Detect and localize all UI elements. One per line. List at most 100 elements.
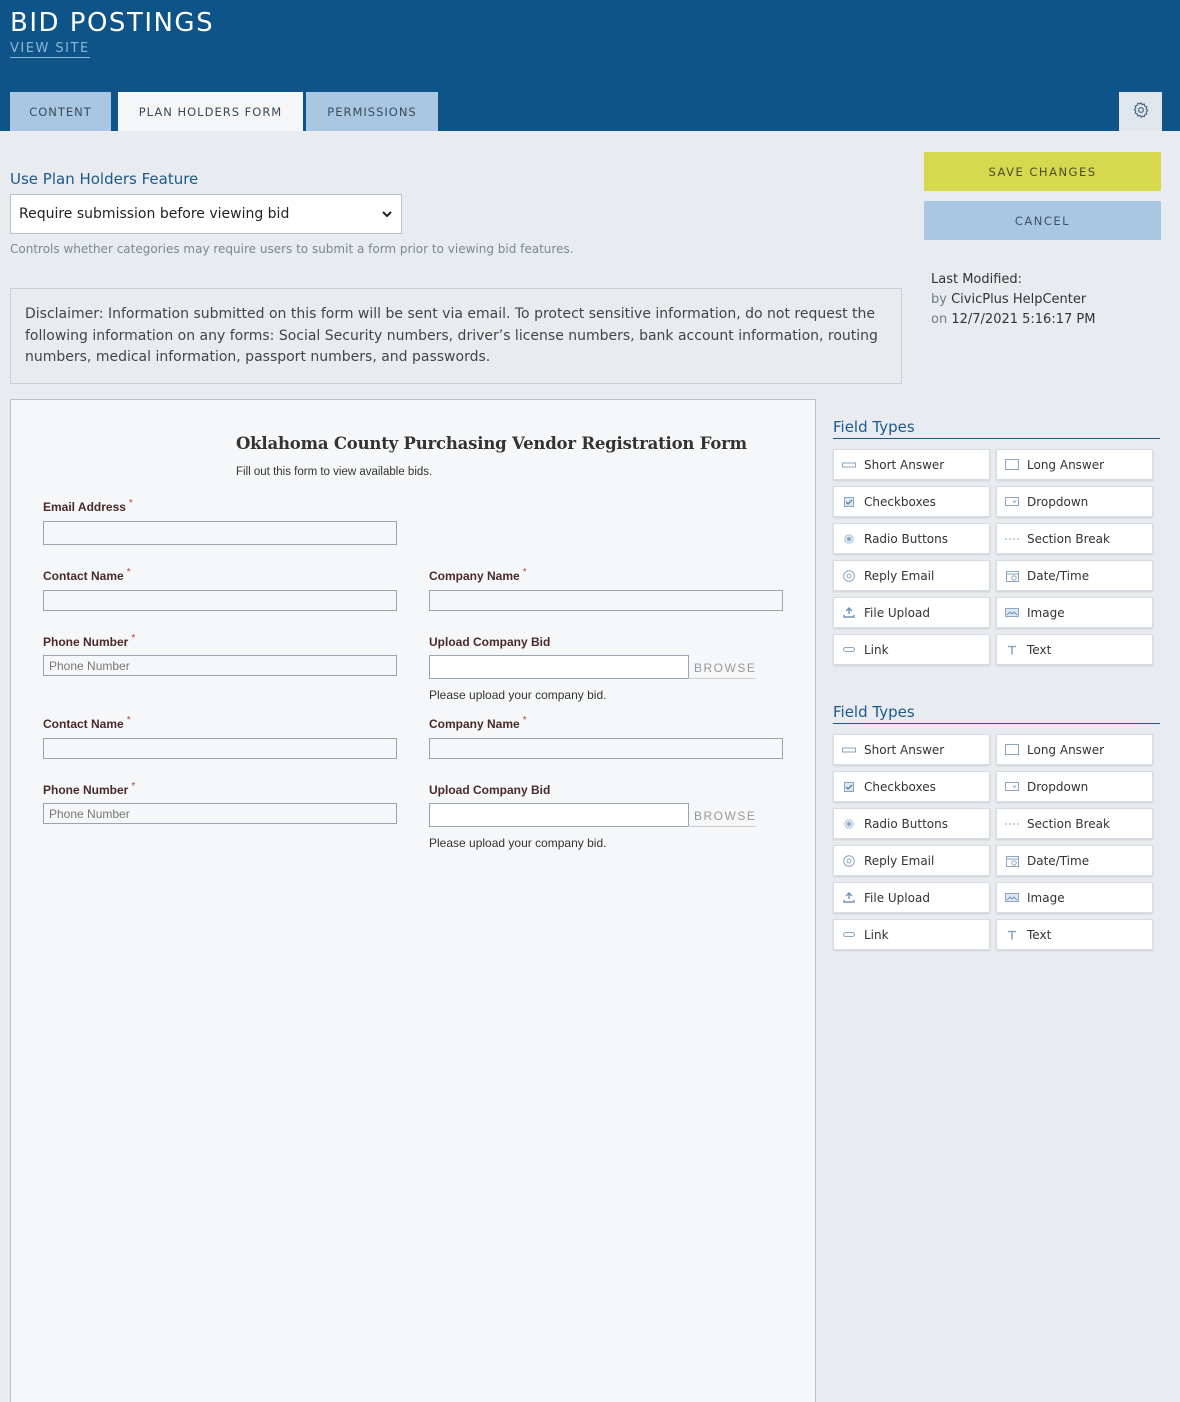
field-type-label: Section Break: [1027, 816, 1110, 831]
dropdown-icon: [997, 782, 1027, 791]
upload-bid-field[interactable]: [429, 803, 689, 827]
field-type-short-answer-button[interactable]: Short Answer: [833, 734, 990, 765]
chevron-down-icon: [381, 208, 393, 224]
upload-icon: [834, 892, 864, 903]
last-modified-label: Last Modified:: [931, 272, 1023, 287]
field-type-label: Image: [1027, 890, 1065, 905]
modified-on: 12/7/2021 5:16:17 PM: [951, 312, 1096, 327]
long-answer-icon: [997, 459, 1027, 470]
field-type-checkboxes-button[interactable]: Checkboxes: [833, 771, 990, 802]
field-type-short-answer-button[interactable]: Short Answer: [833, 449, 990, 480]
feature-label: Use Plan Holders Feature: [10, 170, 199, 188]
required-mark: *: [131, 633, 136, 644]
plan-holders-feature-select[interactable]: Require submission before viewing bid: [10, 194, 402, 234]
field-type-checkboxes-button[interactable]: Checkboxes: [833, 486, 990, 517]
browse-button[interactable]: BROWSE: [688, 657, 756, 679]
field-type-label: Dropdown: [1027, 494, 1089, 509]
app-header: BID POSTINGS VIEW SITE CONTENT PLAN HOLD…: [0, 0, 1180, 131]
field-type-date-time-button[interactable]: Date/Time: [996, 845, 1153, 876]
field-type-link-button[interactable]: Link: [833, 634, 990, 665]
field-type-radio-buttons-button[interactable]: Radio Buttons: [833, 808, 990, 839]
company-name-field[interactable]: [429, 738, 783, 759]
field-type-label: Long Answer: [1027, 742, 1105, 757]
required-mark: *: [126, 715, 131, 726]
upload-help-text: Please upload your company bid.: [429, 688, 607, 702]
short-answer-icon: [834, 461, 864, 469]
field-type-label: File Upload: [864, 890, 930, 905]
required-mark: *: [128, 498, 133, 509]
field-type-radio-buttons-button[interactable]: Radio Buttons: [833, 523, 990, 554]
on-prefix: on: [931, 312, 948, 327]
save-changes-button[interactable]: SAVE CHANGES: [924, 152, 1161, 191]
field-type-long-answer-button[interactable]: Long Answer: [996, 449, 1153, 480]
cancel-button[interactable]: CANCEL: [924, 201, 1161, 240]
text-icon: [997, 645, 1027, 655]
field-type-link-button[interactable]: Link: [833, 919, 990, 950]
field-type-label: Text: [1027, 642, 1052, 657]
field-type-label: Date/Time: [1027, 568, 1090, 583]
field-type-date-time-button[interactable]: Date/Time: [996, 560, 1153, 591]
required-mark: *: [126, 567, 131, 578]
field-type-label: Dropdown: [1027, 779, 1089, 794]
settings-button[interactable]: [1119, 92, 1162, 131]
field-type-long-answer-button[interactable]: Long Answer: [996, 734, 1153, 765]
upload-bid-label: Upload Company Bid: [429, 635, 551, 649]
upload-bid-label: Upload Company Bid: [429, 783, 551, 797]
field-type-image-button[interactable]: Image: [996, 882, 1153, 913]
field-type-file-upload-button[interactable]: File Upload: [833, 597, 990, 628]
contact-name-label: Contact Name *: [43, 715, 131, 731]
contact-name-field[interactable]: [43, 738, 397, 759]
radio-icon: [834, 533, 864, 544]
gear-icon: [1132, 101, 1150, 123]
browse-button[interactable]: BROWSE: [688, 805, 756, 827]
field-type-label: Image: [1027, 605, 1065, 620]
contact-name-label: Contact Name *: [43, 567, 131, 583]
phone-number-field[interactable]: Phone Number: [43, 803, 397, 824]
feature-help-text: Controls whether categories may require …: [10, 242, 574, 256]
field-type-label: Short Answer: [864, 457, 945, 472]
field-type-text-button[interactable]: Text: [996, 634, 1153, 665]
field-type-label: Checkboxes: [864, 779, 936, 794]
field-type-section-break-button[interactable]: Section Break: [996, 523, 1153, 554]
select-value: Require submission before viewing bid: [19, 206, 290, 222]
phone-number-field[interactable]: Phone Number: [43, 655, 397, 676]
tab-content[interactable]: CONTENT: [10, 92, 111, 131]
phone-number-label: Phone Number *: [43, 633, 136, 649]
field-type-text-button[interactable]: Text: [996, 919, 1153, 950]
modified-by: CivicPlus HelpCenter: [951, 292, 1087, 307]
tab-permissions[interactable]: PERMISSIONS: [306, 92, 438, 131]
tab-plan-holders-form[interactable]: PLAN HOLDERS FORM: [118, 92, 303, 131]
short-answer-icon: [834, 746, 864, 754]
field-type-reply-email-button[interactable]: Reply Email: [833, 560, 990, 591]
field-type-dropdown-button[interactable]: Dropdown: [996, 486, 1153, 517]
checkbox-icon: [834, 781, 864, 792]
company-name-label: Company Name *: [429, 715, 527, 731]
field-type-label: Long Answer: [1027, 457, 1105, 472]
field-types-title: Field Types: [833, 703, 1160, 724]
view-site-link[interactable]: VIEW SITE: [10, 41, 90, 58]
company-name-field[interactable]: [429, 590, 783, 611]
field-type-file-upload-button[interactable]: File Upload: [833, 882, 990, 913]
required-mark: *: [522, 715, 527, 726]
at-icon: [834, 569, 864, 582]
field-type-label: Section Break: [1027, 531, 1110, 546]
page-title: BID POSTINGS: [10, 8, 215, 38]
field-type-dropdown-button[interactable]: Dropdown: [996, 771, 1153, 802]
company-name-label: Company Name *: [429, 567, 527, 583]
field-type-section-break-button[interactable]: Section Break: [996, 808, 1153, 839]
field-type-label: Radio Buttons: [864, 816, 948, 831]
calendar-icon: [997, 570, 1027, 582]
phone-number-label: Phone Number *: [43, 781, 136, 797]
required-mark: *: [522, 567, 527, 578]
upload-bid-field[interactable]: [429, 655, 689, 679]
email-field[interactable]: [43, 521, 397, 545]
field-type-label: File Upload: [864, 605, 930, 620]
field-type-reply-email-button[interactable]: Reply Email: [833, 845, 990, 876]
contact-name-field[interactable]: [43, 590, 397, 611]
image-icon: [997, 893, 1027, 902]
link-icon: [834, 647, 864, 652]
section-break-icon: [997, 537, 1027, 541]
link-icon: [834, 932, 864, 937]
section-break-icon: [997, 822, 1027, 826]
field-type-image-button[interactable]: Image: [996, 597, 1153, 628]
